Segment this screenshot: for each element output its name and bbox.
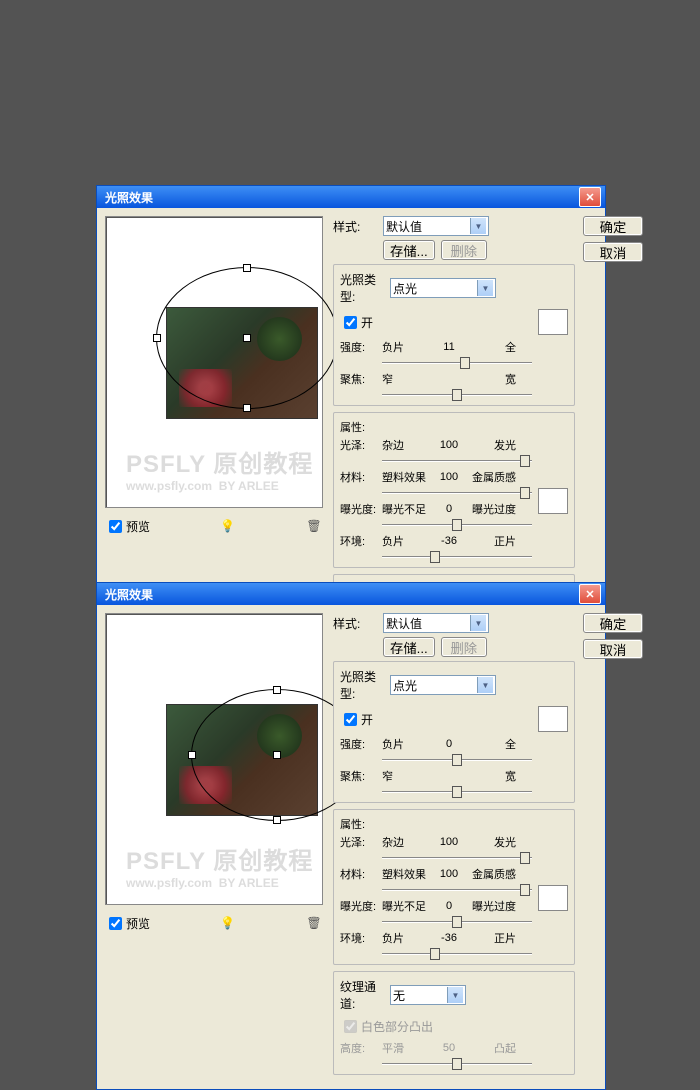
dialog-title: 光照效果 <box>101 586 579 603</box>
white-high-checkbox <box>344 1020 357 1033</box>
slider-track[interactable] <box>382 389 532 401</box>
delete-button: 删除 <box>441 637 487 657</box>
properties-label: 属性: <box>340 816 568 832</box>
trash-icon[interactable]: 🗑 <box>305 519 323 533</box>
slider-track[interactable] <box>382 916 532 928</box>
save-button[interactable]: 存储... <box>383 240 435 260</box>
light-type-dropdown[interactable]: 点光 ▼ <box>390 675 496 695</box>
preview-label: 预览 <box>126 915 150 932</box>
ambient-color-swatch[interactable] <box>538 488 568 514</box>
slider-row: 曝光度: 曝光不足 0 曝光过度 <box>340 898 532 914</box>
slider-row: 强度: 负片 0 全 <box>340 736 568 752</box>
close-icon[interactable]: ✕ <box>579 584 601 604</box>
preview-canvas[interactable]: PSFLY 原创教程 www.psfly.com BY ARLEE <box>105 613 323 905</box>
ok-button[interactable]: 确定 <box>583 613 643 633</box>
watermark: PSFLY 原创教程 www.psfly.com BY ARLEE <box>126 841 313 890</box>
watermark: PSFLY 原创教程 www.psfly.com BY ARLEE <box>126 444 313 493</box>
slider-row: 聚焦: 窄 宽 <box>340 371 568 387</box>
slider-row: 曝光度: 曝光不足 0 曝光过度 <box>340 501 532 517</box>
slider-row: 环境: 负片 -36 正片 <box>340 930 532 946</box>
style-label: 样式: <box>333 615 383 632</box>
slider-track <box>382 1058 532 1070</box>
light-handle[interactable] <box>243 264 251 272</box>
dialog-title: 光照效果 <box>101 189 579 206</box>
light-center-handle[interactable] <box>243 334 251 342</box>
light-handle[interactable] <box>188 751 196 759</box>
slider-track[interactable] <box>382 455 532 467</box>
preview-checkbox[interactable] <box>109 917 122 930</box>
preview-label: 预览 <box>126 518 150 535</box>
ok-button[interactable]: 确定 <box>583 216 643 236</box>
light-handle[interactable] <box>273 686 281 694</box>
light-handle[interactable] <box>273 816 281 824</box>
preview-checkbox[interactable] <box>109 520 122 533</box>
slider-row: 光泽: 杂边 100 发光 <box>340 437 532 453</box>
slider-track[interactable] <box>382 884 532 896</box>
slider-track[interactable] <box>382 852 532 864</box>
chevron-down-icon: ▼ <box>477 677 493 693</box>
style-dropdown[interactable]: 默认值 ▼ <box>383 613 489 633</box>
light-color-swatch[interactable] <box>538 309 568 335</box>
slider-row: 光泽: 杂边 100 发光 <box>340 834 532 850</box>
slider-track[interactable] <box>382 948 532 960</box>
slider-track[interactable] <box>382 786 532 798</box>
chevron-down-icon: ▼ <box>470 218 486 234</box>
style-label: 样式: <box>333 218 383 235</box>
slider-row: 高度: 平滑 50 凸起 <box>340 1040 568 1056</box>
titlebar[interactable]: 光照效果 ✕ <box>97 583 605 605</box>
lightbulb-icon[interactable]: 💡 <box>219 519 237 533</box>
preview-canvas[interactable]: PSFLY 原创教程 www.psfly.com BY ARLEE <box>105 216 323 508</box>
texture-label: 纹理通道: <box>340 978 390 1012</box>
slider-track[interactable] <box>382 551 532 563</box>
on-checkbox[interactable] <box>344 316 357 329</box>
on-label: 开 <box>361 314 373 331</box>
slider-row: 强度: 负片 11 全 <box>340 339 568 355</box>
slider-row: 材料: 塑料效果 100 金属质感 <box>340 866 532 882</box>
light-type-dropdown[interactable]: 点光 ▼ <box>390 278 496 298</box>
lighting-effects-dialog: 光照效果 ✕ PSFLY 原创教程 www.psfly.com BY ARLEE… <box>96 582 606 1090</box>
light-center-handle[interactable] <box>273 751 281 759</box>
slider-track[interactable] <box>382 519 532 531</box>
trash-icon[interactable]: 🗑 <box>305 916 323 930</box>
slider-row: 聚焦: 窄 宽 <box>340 768 568 784</box>
light-type-label: 光照类型: <box>340 271 390 305</box>
slider-row: 材料: 塑料效果 100 金属质感 <box>340 469 532 485</box>
ambient-color-swatch[interactable] <box>538 885 568 911</box>
slider-track[interactable] <box>382 487 532 499</box>
texture-dropdown[interactable]: 无 ▼ <box>390 985 466 1005</box>
light-color-swatch[interactable] <box>538 706 568 732</box>
chevron-down-icon: ▼ <box>470 615 486 631</box>
slider-track[interactable] <box>382 754 532 766</box>
delete-button: 删除 <box>441 240 487 260</box>
save-button[interactable]: 存储... <box>383 637 435 657</box>
titlebar[interactable]: 光照效果 ✕ <box>97 186 605 208</box>
chevron-down-icon: ▼ <box>447 987 463 1003</box>
slider-track[interactable] <box>382 357 532 369</box>
slider-row: 环境: 负片 -36 正片 <box>340 533 532 549</box>
light-handle[interactable] <box>153 334 161 342</box>
white-high-label: 白色部分凸出 <box>361 1018 433 1035</box>
close-icon[interactable]: ✕ <box>579 187 601 207</box>
properties-label: 属性: <box>340 419 568 435</box>
cancel-button[interactable]: 取消 <box>583 639 643 659</box>
light-type-label: 光照类型: <box>340 668 390 702</box>
cancel-button[interactable]: 取消 <box>583 242 643 262</box>
chevron-down-icon: ▼ <box>477 280 493 296</box>
light-handle[interactable] <box>243 404 251 412</box>
lightbulb-icon[interactable]: 💡 <box>219 916 237 930</box>
on-label: 开 <box>361 711 373 728</box>
style-dropdown[interactable]: 默认值 ▼ <box>383 216 489 236</box>
on-checkbox[interactable] <box>344 713 357 726</box>
